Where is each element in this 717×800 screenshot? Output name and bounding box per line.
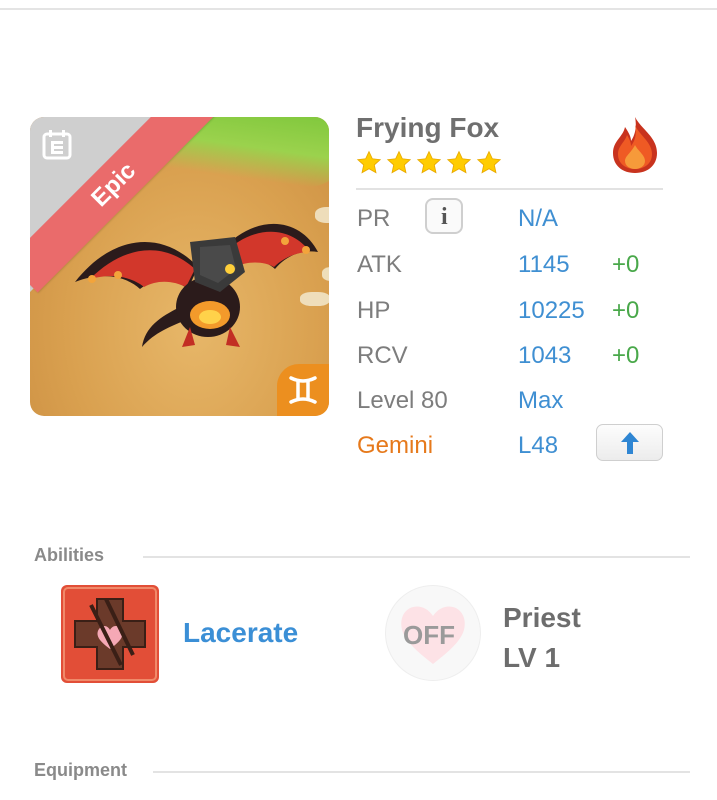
hp-value: 10225	[518, 297, 585, 324]
pr-value: N/A	[518, 205, 559, 232]
star-icon	[446, 150, 472, 174]
atk-value: 1145	[518, 251, 570, 278]
arrow-up-icon	[621, 432, 639, 454]
info-icon: i	[441, 204, 448, 230]
abilities-section-title: Abilities	[34, 545, 105, 565]
zodiac-upgrade-button[interactable]	[596, 424, 663, 461]
pr-info-button[interactable]: i	[425, 198, 463, 234]
lacerate-skill-icon[interactable]	[61, 585, 159, 683]
star-rating	[356, 150, 502, 176]
skill-name[interactable]: Lacerate	[183, 617, 298, 649]
atk-label: ATK	[357, 251, 402, 278]
class-name: Priest	[503, 602, 581, 633]
stats-divider	[356, 188, 663, 190]
creature-name: Frying Fox	[356, 112, 500, 143]
zodiac-level-value: L48	[518, 432, 559, 459]
equipment-section-title: Equipment	[34, 760, 127, 780]
level-value: Max	[518, 387, 564, 414]
rcv-label: RCV	[357, 342, 408, 369]
hp-label: HP	[357, 297, 391, 324]
star-icon	[386, 150, 412, 174]
top-divider	[0, 8, 717, 10]
hp-bonus: +0	[612, 297, 640, 324]
rcv-value: 1043	[518, 342, 572, 369]
calendar-icon[interactable]	[41, 129, 73, 161]
atk-bonus: +0	[612, 251, 640, 278]
creature-portrait-card[interactable]: Epic	[30, 117, 329, 416]
cross-heart-icon	[63, 587, 157, 681]
level-label: Level 80	[357, 387, 448, 414]
zodiac-badge	[277, 364, 329, 416]
fire-icon	[613, 117, 657, 173]
zodiac-label: Gemini	[357, 432, 434, 459]
gemini-icon	[289, 376, 317, 404]
stone-decoration	[322, 267, 329, 281]
star-icon	[476, 150, 502, 174]
class-level: LV 1	[503, 642, 561, 673]
abilities-divider	[143, 556, 690, 558]
equipment-divider	[153, 771, 690, 773]
toggle-off-label: OFF	[403, 620, 455, 650]
pr-label: PR	[357, 205, 391, 232]
star-icon	[416, 150, 442, 174]
rcv-bonus: +0	[612, 342, 640, 369]
star-icon	[356, 150, 382, 174]
